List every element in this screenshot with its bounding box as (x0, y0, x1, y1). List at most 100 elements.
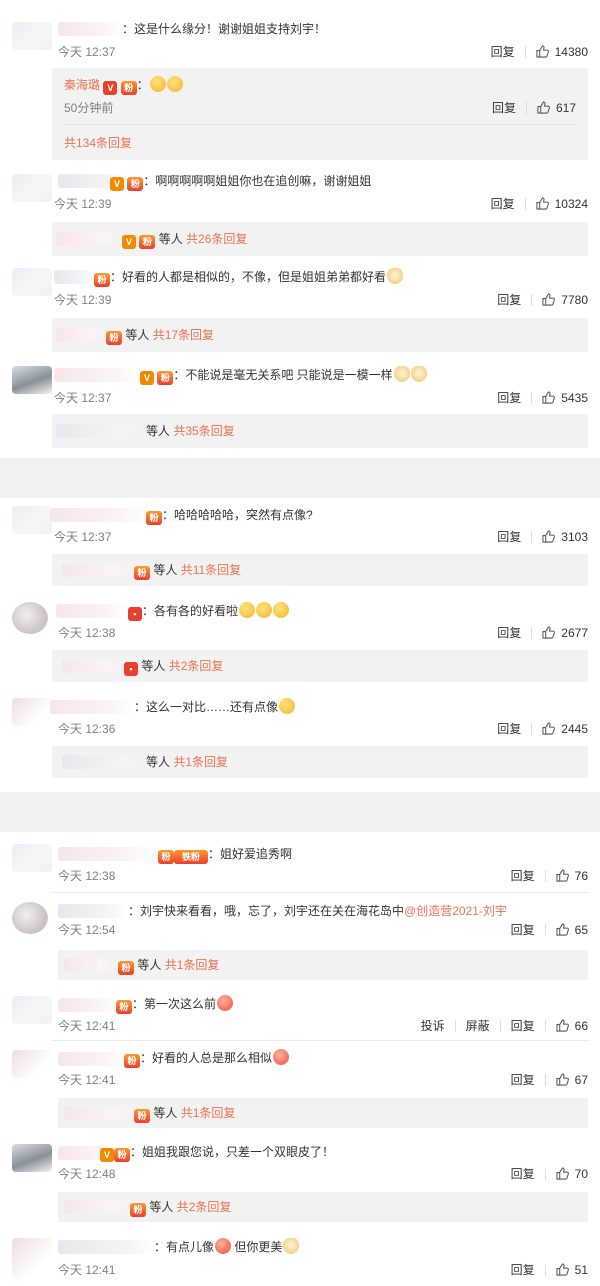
reply-summary: V 粉 等人 共26条回复 (122, 230, 247, 249)
thumbs-up-icon (556, 1019, 569, 1032)
avatar[interactable] (12, 602, 48, 634)
divider (531, 294, 533, 306)
comment-time: 今天 12:37 (54, 391, 112, 405)
username-blurred[interactable] (58, 22, 122, 36)
more-replies-link[interactable]: 共1条回复 (165, 958, 220, 972)
sub-reply-time: 50分钟前 (64, 101, 114, 115)
like-button[interactable]: 70 (556, 1167, 588, 1181)
reply-button[interactable]: 回复 (511, 1019, 535, 1033)
reply-button[interactable]: 回复 (497, 530, 521, 544)
more-replies-link[interactable]: 共11条回复 (181, 563, 241, 577)
reply-button[interactable]: 回复 (497, 391, 521, 405)
fan-badge-icon: 粉 (116, 1000, 132, 1014)
more-replies-link[interactable]: 共2条回复 (177, 1200, 232, 1214)
avatar[interactable] (12, 22, 52, 50)
like-button[interactable]: 7780 (542, 293, 588, 307)
avatar[interactable] (12, 366, 52, 394)
panel-separator (0, 792, 600, 832)
username-blurred[interactable] (58, 1240, 154, 1254)
username-blurred[interactable] (50, 508, 150, 522)
verified-badge-icon: V (110, 177, 124, 191)
comment-text: V 粉：姐姐我跟您说，只差一个双眼皮了！ (100, 1143, 334, 1162)
reply-button[interactable]: 回复 (511, 1263, 535, 1277)
comment-panel-2: 粉：哈哈哈哈哈，突然有点像? 今天 12:37 回复 3103 粉 等人 共11条… (0, 498, 600, 792)
verified-badge-icon: V (100, 1148, 114, 1162)
avatar[interactable] (12, 1238, 52, 1278)
heart-emoji-icon (215, 1238, 232, 1254)
avatar[interactable] (12, 1144, 52, 1172)
avatar[interactable] (12, 698, 52, 726)
like-button[interactable]: 3103 (542, 530, 588, 544)
username-blurred[interactable] (58, 847, 158, 861)
comment-actions: 回复 3103 (497, 529, 588, 545)
fan-badge-icon: 粉 (114, 1148, 130, 1162)
reply-button[interactable]: 回复 (511, 1167, 535, 1181)
verified-badge-icon: V (122, 235, 136, 249)
fan-badge-icon: 粉 (134, 566, 150, 580)
reply-button[interactable]: 回复 (497, 722, 521, 736)
username-blurred[interactable] (58, 998, 116, 1012)
like-button[interactable]: 51 (556, 1263, 588, 1277)
avatar[interactable] (12, 506, 52, 534)
like-button[interactable]: 617 (537, 101, 576, 115)
reply-button[interactable]: 回复 (492, 101, 516, 115)
sub-reply-author[interactable]: 秦海璐 (64, 78, 100, 92)
avatar[interactable] (12, 996, 52, 1024)
like-button[interactable]: 67 (556, 1073, 588, 1087)
reply-button[interactable]: 回复 (511, 923, 535, 937)
username-blurred[interactable] (54, 368, 140, 382)
reply-button[interactable]: 回复 (511, 1073, 535, 1087)
thumbs-up-icon (542, 722, 555, 735)
like-button[interactable]: 76 (556, 869, 588, 883)
report-button[interactable]: 投诉 (421, 1019, 445, 1033)
cat-emoji-icon (387, 268, 404, 284)
comment-text: ：这是什么缘分！谢谢姐姐支持刘宇！ (122, 22, 327, 36)
like-button[interactable]: 5435 (542, 391, 588, 405)
reply-summary: 粉 等人 共2条回复 (130, 1198, 231, 1217)
username-blurred (56, 232, 122, 246)
avatar[interactable] (12, 268, 52, 296)
like-button[interactable]: 2445 (542, 722, 588, 736)
thumbs-up-icon (537, 101, 550, 114)
like-button[interactable]: 10324 (536, 197, 588, 211)
comment-time: 今天 12:41 (58, 1073, 116, 1087)
more-replies-link[interactable]: 共1条回复 (181, 1106, 236, 1120)
username-blurred[interactable] (58, 904, 128, 918)
reply-button[interactable]: 回复 (491, 197, 515, 211)
clap-emoji-icon (256, 602, 273, 618)
more-replies-link[interactable]: 共26条回复 (186, 232, 247, 246)
fan-badge-icon: 粉 (118, 961, 134, 975)
like-button[interactable]: 2677 (542, 626, 588, 640)
more-replies-link[interactable]: 共35条回复 (173, 424, 234, 438)
more-replies-link[interactable]: 共2条回复 (169, 659, 224, 673)
username-blurred[interactable] (58, 1052, 124, 1066)
reply-button[interactable]: 回复 (497, 626, 521, 640)
mention-link[interactable]: @创造营2021-刘宇 (404, 904, 507, 918)
more-replies-link[interactable]: 共17条回复 (153, 328, 214, 342)
clap-emoji-icon (273, 602, 290, 618)
username-blurred[interactable] (56, 604, 128, 618)
avatar[interactable] (12, 844, 52, 872)
reply-button[interactable]: 回复 (491, 45, 515, 59)
username-blurred[interactable] (50, 700, 134, 714)
like-button[interactable]: 66 (556, 1019, 588, 1033)
avatar[interactable] (12, 174, 52, 202)
comment-actions: 回复 51 (511, 1262, 588, 1278)
more-replies-link[interactable]: 共134条回复 (64, 134, 132, 152)
like-button[interactable]: 65 (556, 923, 588, 937)
reply-button[interactable]: 回复 (497, 293, 521, 307)
avatar[interactable] (12, 1050, 52, 1078)
comment-actions: 回复 7780 (497, 292, 588, 308)
divider (52, 1040, 590, 1041)
reply-button[interactable]: 回复 (511, 869, 535, 883)
block-button[interactable]: 屏蔽 (466, 1019, 490, 1033)
comment-time: 今天 12:54 (58, 923, 116, 937)
avatar[interactable] (12, 902, 48, 934)
like-button[interactable]: 14380 (536, 45, 588, 59)
divider (544, 1074, 546, 1086)
tongue-emoji-icon (166, 76, 183, 92)
more-replies-link[interactable]: 共1条回复 (173, 755, 228, 769)
cat-emoji-icon (410, 366, 427, 382)
comment-text: 粉：第一次这么前 (116, 995, 234, 1014)
username-blurred[interactable] (54, 270, 94, 284)
